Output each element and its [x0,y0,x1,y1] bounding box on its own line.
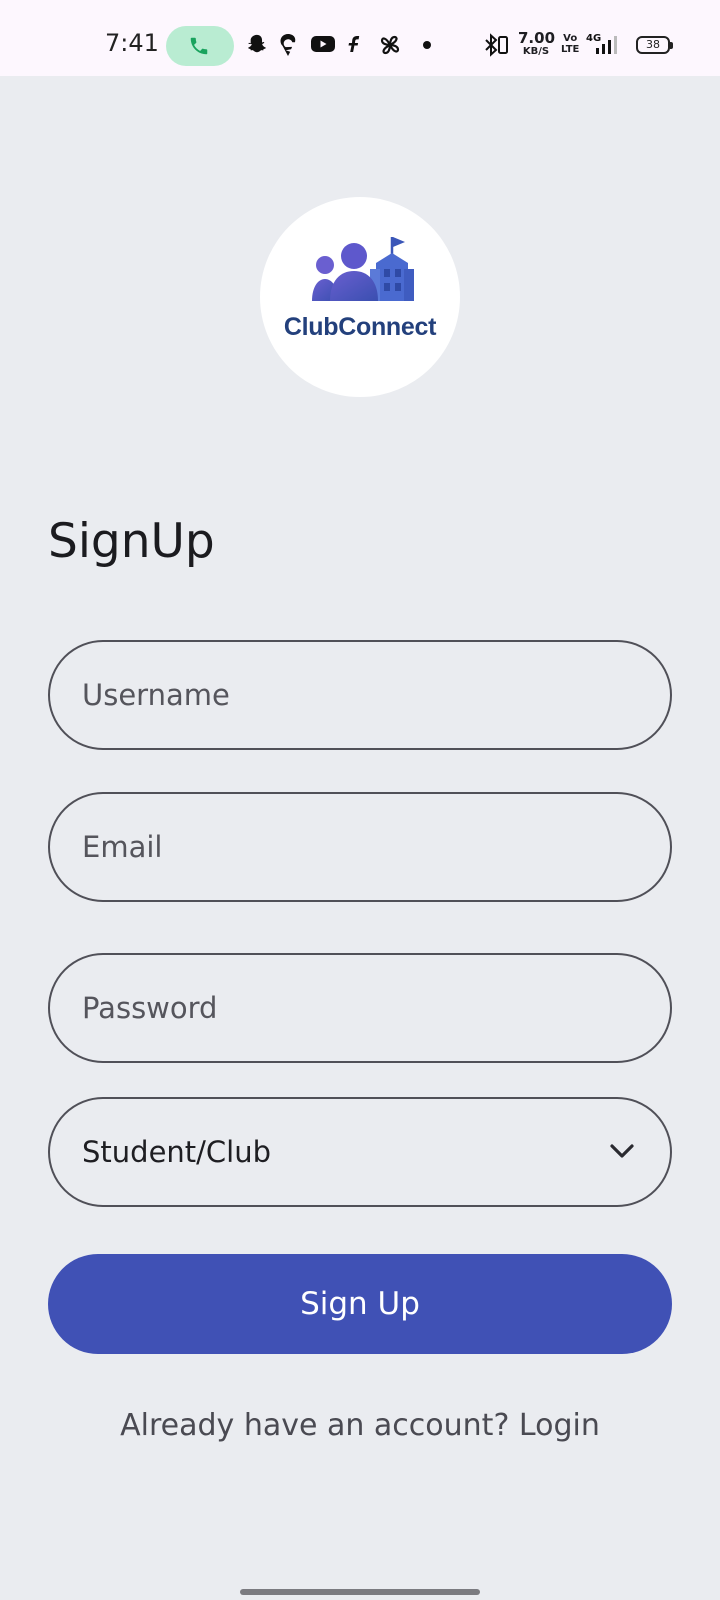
signal-icon [596,36,617,54]
page-title: SignUp [48,514,215,569]
email-input[interactable] [50,794,670,900]
status-bar: 7:41 7.00 KB/S Vo LTE 4G 38 [0,0,720,76]
volte-line-1: Vo [563,33,578,44]
role-select[interactable]: Student/Club [48,1097,672,1207]
bluetooth-icon [485,33,508,57]
dot-icon [423,41,431,49]
role-select-value: Student/Club [82,1135,272,1169]
sign-up-button[interactable]: Sign Up [48,1254,672,1354]
swiggy-icon [280,34,296,56]
volte-line-2: LTE [561,44,580,55]
flipkart-icon [348,36,360,52]
password-input[interactable] [50,955,670,1061]
snapchat-icon [248,34,266,53]
home-indicator[interactable] [240,1589,480,1595]
status-time: 7:41 [105,29,159,57]
email-field[interactable] [48,792,672,902]
volte-indicator: Vo LTE [561,33,579,55]
ongoing-call-pill[interactable] [166,26,234,66]
app-logo: ClubConnect [260,197,460,397]
login-link[interactable]: Already have an account? Login [0,1408,720,1443]
network-speed-value: 7.00 [518,29,556,47]
club-people-school-icon [312,237,414,301]
youtube-icon [311,36,335,52]
password-field[interactable] [48,953,672,1063]
battery-level: 38 [646,38,660,51]
username-field[interactable] [48,640,672,750]
network-speed: 7.00 KB/S [518,29,556,57]
phone-call-icon [190,37,208,55]
network-speed-unit: KB/S [522,46,550,57]
pinwheel-icon [380,35,400,55]
username-input[interactable] [50,642,670,748]
chevron-down-icon [610,1144,634,1158]
battery-icon: 38 [636,36,673,54]
logo-wordmark: ClubConnect [283,313,437,341]
